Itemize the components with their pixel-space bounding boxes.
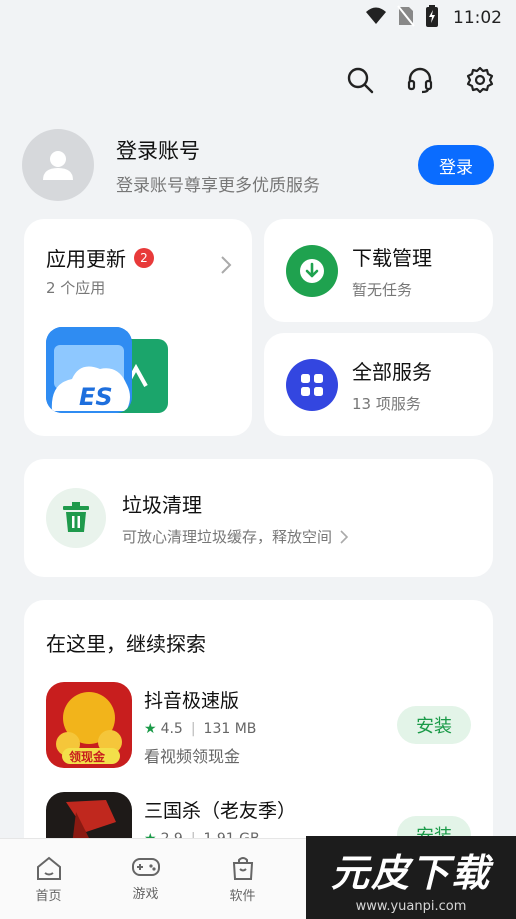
account-section[interactable]: 登录账号 登录账号尊享更多优质服务 登录 — [22, 128, 494, 202]
star-icon: ★ — [144, 721, 157, 737]
status-bar: 11:02 — [0, 0, 516, 36]
app-name: 三国杀（老友季） — [144, 800, 297, 822]
app-info: 抖音极速版 ★ 4.5 | 131 MB 看视频领现金 — [144, 682, 397, 767]
es-icon-text: ES — [79, 383, 113, 411]
app-description: 看视频领现金 — [144, 747, 241, 766]
app-name: 抖音极速版 — [144, 690, 240, 712]
nav-games-label: 游戏 — [132, 887, 159, 902]
app-updates-title-row: 应用更新 2 — [46, 243, 154, 272]
es-file-explorer-icon: ES — [46, 327, 132, 413]
home-icon — [36, 856, 61, 880]
nav-home-label: 首页 — [35, 889, 62, 904]
watermark-overlay: 元皮下载 www.yuanpi.com — [306, 836, 516, 919]
watermark-logo: 元皮下载 — [330, 850, 491, 895]
junk-clean-subtitle-row: 可放心清理垃圾缓存，释放空间 — [122, 526, 349, 547]
install-button[interactable]: 安装 — [397, 706, 471, 744]
app-rating: 4.5 — [160, 721, 183, 737]
search-icon[interactable] — [344, 64, 376, 96]
avatar[interactable] — [22, 129, 94, 201]
all-services-text: 全部服务 13 项服务 — [352, 356, 432, 414]
watermark-url: www.yuanpi.com — [355, 898, 467, 914]
gamepad-icon — [131, 858, 160, 876]
meta-divider: | — [190, 721, 196, 737]
explore-card: 在这里，继续探索 领现金 抖音极速版 ★ 4.5 | 131 MB 看视频领现金… — [24, 600, 493, 860]
trash-icon — [46, 488, 106, 548]
download-manager-card[interactable]: 下载管理 暂无任务 — [264, 219, 493, 322]
download-manager-subtitle: 暂无任务 — [352, 280, 413, 299]
account-title: 登录账号 — [116, 138, 200, 163]
junk-clean-card[interactable]: 垃圾清理 可放心清理垃圾缓存，释放空间 — [24, 459, 493, 577]
wifi-icon — [365, 6, 387, 31]
app-updates-subtitle: 2 个应用 — [46, 279, 106, 297]
account-subtitle: 登录账号尊享更多优质服务 — [116, 175, 320, 196]
gear-icon[interactable] — [464, 64, 496, 96]
nav-software[interactable]: 软件 — [194, 839, 291, 919]
download-manager-text: 下载管理 暂无任务 — [352, 242, 432, 300]
chevron-right-icon — [220, 255, 232, 279]
shopping-bag-icon — [232, 857, 253, 880]
status-time: 11:02 — [453, 8, 502, 28]
download-manager-title: 下载管理 — [352, 245, 432, 270]
chevron-right-icon — [340, 529, 349, 544]
battery-icon — [425, 4, 439, 32]
junk-clean-title: 垃圾清理 — [122, 493, 202, 517]
all-services-subtitle: 13 项服务 — [352, 394, 421, 413]
junk-clean-subtitle: 可放心清理垃圾缓存，释放空间 — [122, 528, 333, 546]
no-sim-icon — [397, 4, 415, 32]
app-list-item[interactable]: 领现金 抖音极速版 ★ 4.5 | 131 MB 看视频领现金 安装 — [46, 682, 471, 772]
nav-software-label: 软件 — [229, 889, 256, 904]
headset-icon[interactable] — [404, 64, 436, 96]
all-services-title: 全部服务 — [352, 359, 432, 384]
app-size: 131 MB — [203, 721, 257, 737]
grid-icon — [286, 358, 338, 411]
top-actions — [344, 64, 496, 96]
junk-clean-text: 垃圾清理 可放心清理垃圾缓存，释放空间 — [122, 489, 349, 547]
nav-games[interactable]: 游戏 — [97, 839, 194, 919]
app-updates-title: 应用更新 — [46, 247, 126, 271]
all-services-card[interactable]: 全部服务 13 项服务 — [264, 333, 493, 436]
app-updates-card[interactable]: 应用更新 2 2 个应用 ES — [24, 219, 252, 436]
pending-update-icons: ES — [46, 327, 176, 417]
login-button[interactable]: 登录 — [418, 145, 494, 185]
app-meta: ★ 4.5 | 131 MB — [144, 721, 397, 737]
douyin-lite-app-icon: 领现金 — [46, 682, 132, 768]
update-count-badge: 2 — [134, 247, 154, 268]
download-icon — [286, 244, 338, 297]
explore-title: 在这里，继续探索 — [46, 632, 206, 656]
douyin-icon-text: 领现金 — [69, 749, 106, 764]
nav-home[interactable]: 首页 — [0, 839, 97, 919]
account-text: 登录账号 登录账号尊享更多优质服务 — [116, 135, 418, 196]
